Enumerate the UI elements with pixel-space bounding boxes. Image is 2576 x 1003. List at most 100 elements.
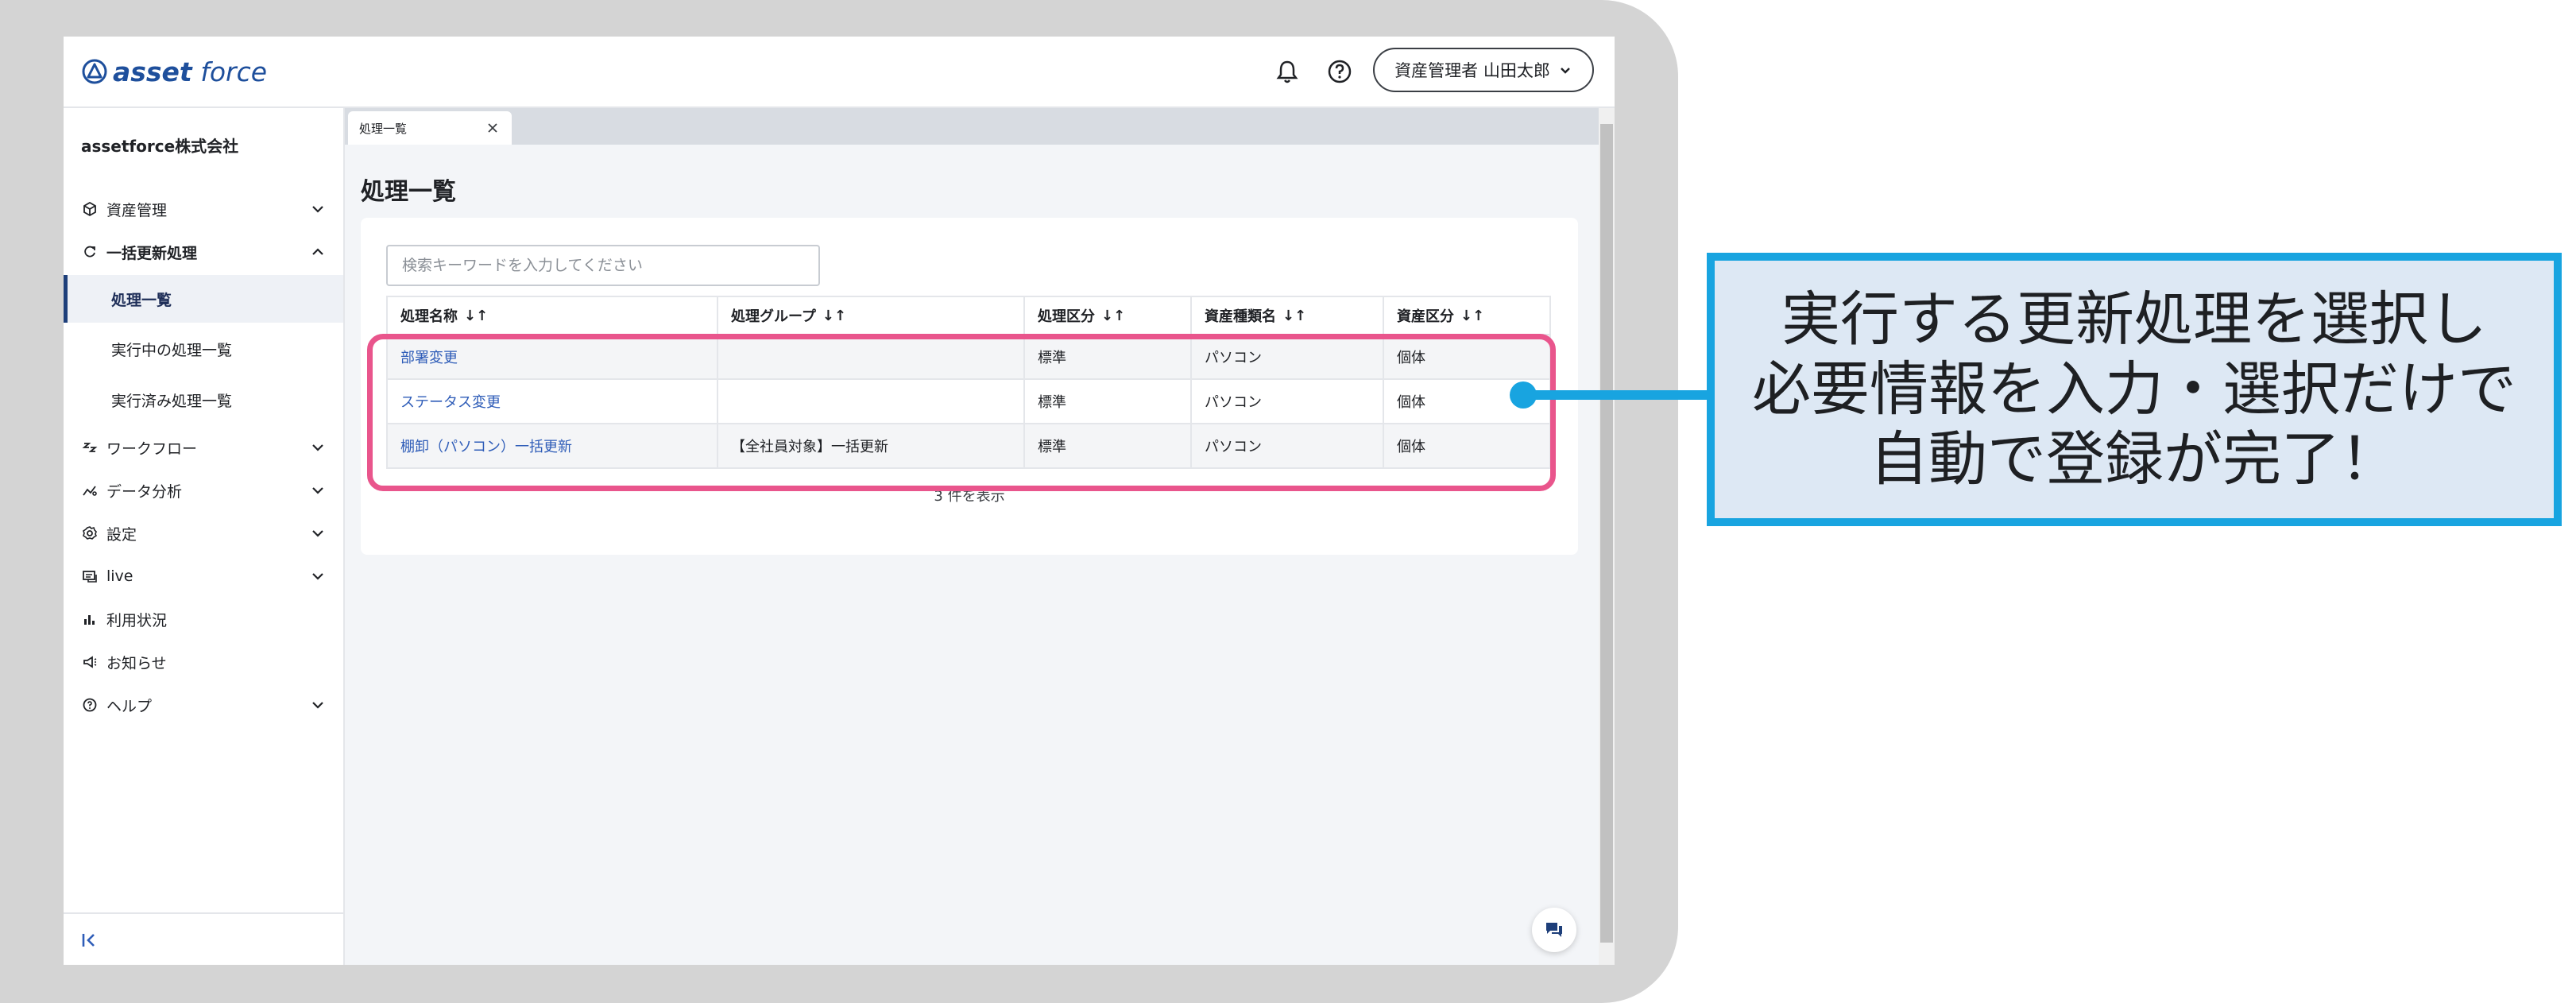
megaphone-icon	[81, 653, 99, 671]
sidebar-item-process-list[interactable]: 処理一覧	[64, 275, 343, 323]
gear-icon	[81, 525, 99, 542]
sidebar-item-label: live	[106, 567, 133, 585]
sort-icon[interactable]: ↓↑	[1282, 308, 1306, 324]
refresh-icon	[81, 243, 99, 261]
app-screen: asset force 資産管理者 山田太郎 assetforce株式会社 資産…	[64, 37, 1615, 965]
user-menu-button[interactable]: 資産管理者 山田太郎	[1373, 48, 1594, 92]
sidebar-item-data-analysis[interactable]: データ分析	[64, 469, 343, 512]
chat-button[interactable]	[1532, 908, 1576, 952]
chevron-up-icon	[312, 248, 323, 255]
process-name-link[interactable]: 部署変更	[386, 335, 717, 378]
callout-connector	[1522, 390, 1707, 400]
sidebar-item-settings[interactable]: 設定	[64, 512, 343, 555]
chevron-down-icon	[312, 530, 323, 537]
callout-line: 自動で登録が完了！	[1870, 425, 2399, 494]
sidebar-item-live[interactable]: live	[64, 555, 343, 598]
sort-icon[interactable]: ↓↑	[1460, 308, 1484, 324]
sidebar-item-label: 一括更新処理	[106, 244, 198, 262]
sidebar-item-label: 実行済み処理一覧	[111, 392, 233, 410]
bar-chart-icon	[81, 610, 99, 628]
sidebar-item-label: 処理一覧	[111, 291, 172, 309]
column-header-group[interactable]: 処理グループ ↓↑	[717, 297, 1023, 334]
sidebar-item-bulk-update[interactable]: 一括更新処理	[64, 230, 343, 273]
help-icon[interactable]	[1324, 56, 1356, 87]
chevron-down-icon	[312, 206, 323, 213]
help-icon	[81, 696, 99, 714]
result-count: 3 件を表示	[934, 488, 1005, 505]
user-label: 資産管理者 山田太郎	[1394, 61, 1550, 80]
tab-strip: 処理一覧	[345, 108, 1602, 145]
sort-icon[interactable]: ↓↑	[1101, 308, 1125, 324]
cube-icon	[81, 200, 99, 218]
sidebar-item-notices[interactable]: お知らせ	[64, 641, 343, 684]
table-row[interactable]: ステータス変更 標準 パソコン 個体	[386, 380, 1551, 424]
sidebar-item-label: ワークフロー	[106, 440, 198, 458]
process-list-card: 処理名称↓↑ 処理グループ↓↑ 処理区分↓↑ 資産種類名↓↑ 資産区分↓↑ 部署…	[361, 218, 1578, 555]
table-cell: 個体	[1383, 335, 1551, 378]
table-cell: パソコン	[1190, 335, 1383, 378]
chevron-down-icon	[312, 444, 323, 451]
sort-icon[interactable]: ↓↑	[822, 308, 846, 324]
table-header: 処理名称 ↓↑ 処理グループ ↓↑ 処理区分 ↓↑ 資産種類名 ↓↑ 資産区分 ↓↑	[386, 296, 1551, 335]
callout-dot	[1510, 381, 1537, 409]
close-icon[interactable]	[485, 120, 501, 136]
sidebar-collapse-area	[64, 912, 343, 965]
table-row[interactable]: 部署変更 標準 パソコン 個体	[386, 335, 1551, 380]
callout-box: 実行する更新処理を選択し 必要情報を入力・選択だけで 自動で登録が完了！	[1707, 253, 2562, 526]
callout-line: 必要情報を入力・選択だけで	[1752, 355, 2516, 424]
logo[interactable]: asset force	[81, 56, 267, 87]
callout-line: 実行する更新処理を選択し	[1781, 285, 2487, 354]
table-cell: 標準	[1023, 424, 1190, 467]
collapse-sidebar-icon[interactable]	[79, 930, 100, 951]
device-frame: asset force 資産管理者 山田太郎 assetforce株式会社 資産…	[0, 0, 1678, 1003]
chat-icon	[1546, 923, 1562, 937]
table-cell: 【全社員対象】一括更新	[717, 424, 1023, 467]
sidebar-item-asset-management[interactable]: 資産管理	[64, 188, 343, 230]
sidebar-item-help[interactable]: ヘルプ	[64, 684, 343, 726]
tab-label: 処理一覧	[359, 121, 408, 136]
column-header-asset-class[interactable]: 資産区分 ↓↑	[1383, 297, 1551, 334]
table-cell: 個体	[1383, 424, 1551, 467]
process-name-link[interactable]: 棚卸（パソコン）一括更新	[386, 424, 717, 467]
sidebar-item-workflow[interactable]: ワークフロー	[64, 426, 343, 469]
chevron-down-icon	[1560, 68, 1570, 74]
sidebar-item-label: 設定	[106, 525, 137, 544]
analytics-icon	[81, 482, 99, 499]
logo-text: asset force	[113, 56, 268, 87]
table-cell: 標準	[1023, 380, 1190, 423]
sidebar-item-label: 利用状況	[106, 611, 168, 629]
bell-icon[interactable]	[1271, 56, 1303, 87]
company-name: assetforce株式会社	[81, 137, 239, 156]
sidebar-item-completed-processes[interactable]: 実行済み処理一覧	[64, 375, 343, 424]
chevron-down-icon	[312, 573, 323, 580]
sidebar-item-label: お知らせ	[106, 654, 167, 672]
table-cell: パソコン	[1190, 380, 1383, 423]
column-header-category[interactable]: 処理区分 ↓↑	[1023, 297, 1190, 334]
sidebar-item-label: 実行中の処理一覧	[111, 341, 233, 359]
sort-icon[interactable]: ↓↑	[464, 308, 488, 324]
tab-process-list[interactable]: 処理一覧	[348, 111, 512, 145]
table-row[interactable]: 棚卸（パソコン）一括更新 【全社員対象】一括更新 標準 パソコン 個体	[386, 424, 1551, 469]
process-name-link[interactable]: ステータス変更	[386, 380, 717, 423]
scrollbar-thumb[interactable]	[1600, 124, 1613, 943]
sidebar-item-running-processes[interactable]: 実行中の処理一覧	[64, 324, 343, 374]
column-header-asset-type[interactable]: 資産種類名 ↓↑	[1190, 297, 1383, 334]
column-header-name[interactable]: 処理名称 ↓↑	[386, 297, 717, 334]
table-cell	[717, 335, 1023, 378]
table-cell: 標準	[1023, 335, 1190, 378]
chevron-down-icon	[312, 702, 323, 709]
page-title: 処理一覧	[361, 178, 456, 206]
vertical-scrollbar[interactable]	[1599, 108, 1615, 965]
sidebar: assetforce株式会社 資産管理 一括更新処理 処理一覧 実行中の処理一覧…	[64, 108, 345, 965]
live-icon	[81, 567, 99, 585]
sidebar-item-label: データ分析	[106, 482, 183, 501]
sidebar-item-usage[interactable]: 利用状況	[64, 598, 343, 641]
search-input[interactable]	[386, 245, 820, 286]
table-cell	[717, 380, 1023, 423]
workflow-icon	[81, 439, 99, 456]
table-cell: パソコン	[1190, 424, 1383, 467]
chevron-down-icon	[312, 487, 323, 494]
sidebar-item-label: 資産管理	[106, 201, 168, 219]
logo-icon	[82, 59, 107, 84]
main-content: 処理一覧 処理一覧 処理名称↓↑ 処理グループ↓↑ 処理区分↓↑ 資産種類名↓↑…	[345, 108, 1602, 965]
